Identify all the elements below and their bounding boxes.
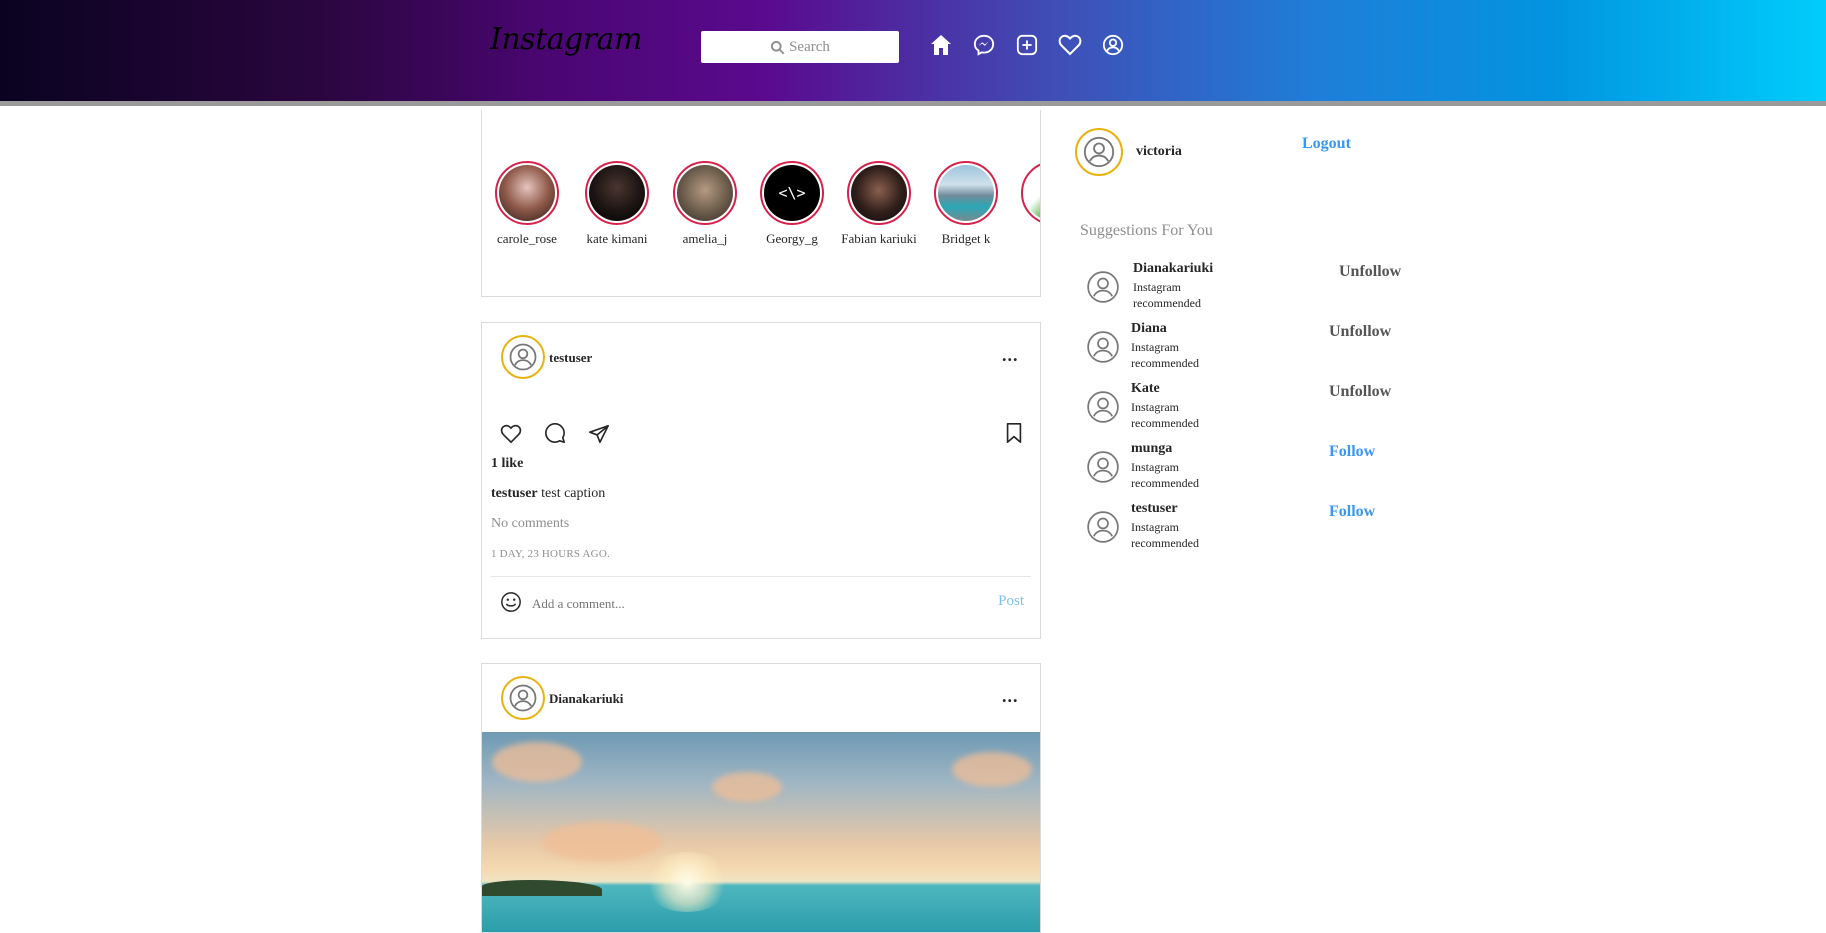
suggestion-item: testuser Instagram recommended Follow (1085, 501, 1415, 557)
story-avatar (851, 165, 907, 221)
search-placeholder: Search (789, 38, 830, 55)
user-icon (1083, 136, 1115, 168)
user-icon[interactable] (1085, 389, 1121, 425)
emoji-icon[interactable] (498, 589, 524, 615)
suggestion-subtitle: Instagram recommended (1131, 340, 1199, 370)
search-input[interactable]: Search (701, 31, 899, 63)
profile-icon[interactable] (1101, 33, 1125, 57)
user-icon (509, 343, 537, 371)
suggestion-subtitle: Instagram recommended (1131, 400, 1199, 430)
nav-icons (929, 33, 1144, 57)
suggestion-subtitle: Instagram recommended (1131, 520, 1199, 550)
caption-username[interactable]: testuser (491, 486, 538, 501)
post-avatar[interactable] (501, 676, 545, 720)
instagram-logo[interactable]: Instagram (490, 22, 642, 57)
story-username: carole_rose (497, 231, 557, 246)
story-username: Georgy_g (766, 231, 818, 246)
story-avatar (677, 165, 733, 221)
post-card: testuser ... 1 like testuser test captio… (481, 322, 1041, 639)
comments-status: No comments (491, 516, 570, 531)
suggestion-name[interactable]: Kate (1131, 381, 1160, 397)
suggestion-item: Dianakariuki Instagram recommended Unfol… (1085, 261, 1415, 317)
current-username[interactable]: victoria (1136, 144, 1182, 160)
divider (491, 576, 1031, 577)
suggestion-item: Kate Instagram recommended Unfollow (1085, 381, 1415, 437)
comment-input[interactable] (530, 595, 914, 613)
new-post-icon[interactable] (1015, 33, 1039, 57)
story-item[interactable]: Bridget k (923, 161, 1009, 251)
top-nav-bar: Instagram Search (0, 0, 1826, 106)
suggestion-name[interactable]: munga (1131, 441, 1172, 457)
story-avatar (1025, 165, 1040, 221)
story-username: Vi (1010, 227, 1040, 251)
user-icon[interactable] (1085, 509, 1121, 545)
current-user-avatar[interactable] (1075, 128, 1123, 176)
user-icon[interactable] (1085, 449, 1121, 485)
post-timestamp: 1 DAY, 23 HOURS AGO. (491, 548, 610, 560)
suggestion-item: munga Instagram recommended Follow (1085, 441, 1415, 497)
suggestion-name[interactable]: testuser (1131, 501, 1178, 517)
story-item[interactable]: kate kimani (574, 161, 660, 251)
story-avatar: <\> (764, 165, 820, 221)
story-item[interactable]: Vi (1010, 161, 1040, 251)
heart-icon[interactable] (1058, 33, 1082, 57)
post-username[interactable]: Dianakariuki (549, 691, 623, 707)
like-count[interactable]: 1 like (491, 456, 523, 472)
story-avatar (938, 165, 994, 221)
sun (642, 852, 732, 912)
user-icon[interactable] (1085, 269, 1121, 305)
share-icon[interactable] (586, 421, 612, 447)
story-username: Bridget k (941, 231, 991, 246)
messenger-icon[interactable] (972, 33, 996, 57)
story-username: kate kimani (586, 231, 648, 246)
more-options-icon[interactable]: ... (1002, 686, 1019, 707)
comment-icon[interactable] (542, 420, 568, 446)
story-username: Fabian kariuki (841, 231, 917, 246)
cloud (542, 822, 662, 862)
follow-button[interactable]: Follow (1329, 443, 1375, 461)
user-icon[interactable] (1085, 329, 1121, 365)
like-icon[interactable] (498, 421, 524, 447)
follow-button[interactable]: Follow (1329, 503, 1375, 521)
post-avatar[interactable] (501, 335, 545, 379)
unfollow-button[interactable]: Unfollow (1339, 263, 1401, 281)
suggestions-title: Suggestions For You (1080, 222, 1213, 239)
suggestion-item: Diana Instagram recommended Unfollow (1085, 321, 1415, 377)
cloud (492, 742, 582, 782)
story-item[interactable]: carole_rose (484, 161, 570, 251)
story-item[interactable]: amelia_j (662, 161, 748, 251)
post-caption: testuser test caption (491, 486, 605, 502)
logout-button[interactable]: Logout (1302, 135, 1351, 153)
post-card: Dianakariuki ... (481, 663, 1041, 933)
more-options-icon[interactable]: ... (1002, 345, 1019, 366)
caption-text: test caption (541, 486, 606, 501)
suggestion-subtitle: Instagram recommended (1133, 280, 1201, 310)
home-icon[interactable] (929, 33, 953, 57)
post-username[interactable]: testuser (549, 350, 592, 366)
post-image[interactable] (482, 732, 1040, 932)
stories-bar: carole_rose kate kimani amelia_j <\> Geo… (481, 110, 1041, 297)
cloud (712, 772, 782, 802)
unfollow-button[interactable]: Unfollow (1329, 383, 1391, 401)
suggestion-subtitle: Instagram recommended (1131, 460, 1199, 490)
suggestion-name[interactable]: Diana (1131, 321, 1167, 337)
user-icon (509, 684, 537, 712)
story-avatar (499, 165, 555, 221)
story-item[interactable]: Fabian kariuki (836, 161, 922, 251)
unfollow-button[interactable]: Unfollow (1329, 323, 1391, 341)
story-username: amelia_j (682, 231, 728, 246)
story-item[interactable]: <\> Georgy_g (749, 161, 835, 251)
shoreline (482, 880, 602, 896)
story-avatar (589, 165, 645, 221)
post-comment-button[interactable]: Post (998, 593, 1024, 610)
search-icon (771, 40, 785, 54)
bookmark-icon[interactable] (1001, 420, 1027, 446)
suggestion-name[interactable]: Dianakariuki (1133, 261, 1213, 277)
cloud (952, 752, 1032, 787)
